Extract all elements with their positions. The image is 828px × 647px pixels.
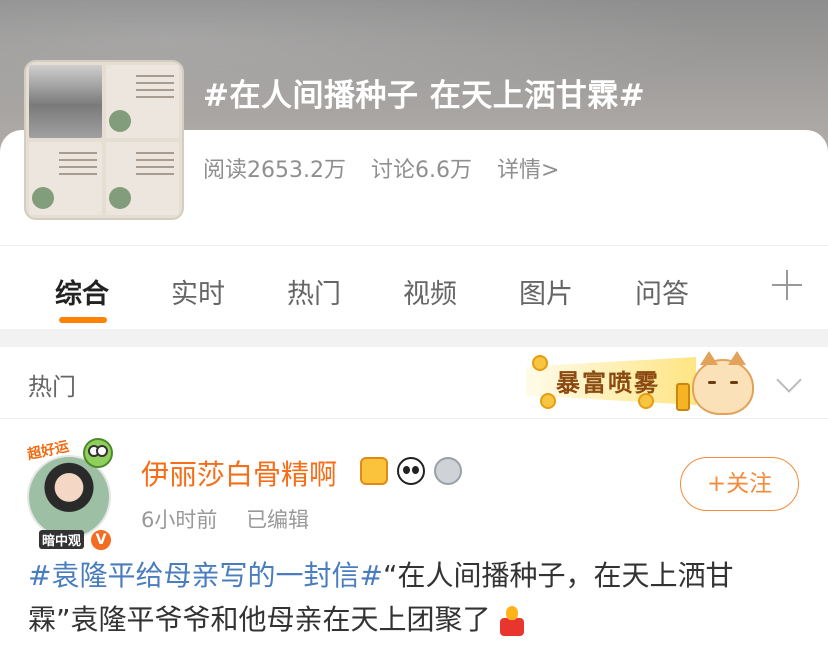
- medal-icon[interactable]: [434, 457, 463, 485]
- post-hashtag[interactable]: #袁隆平给母亲写的一封信#: [28, 559, 383, 592]
- avatar-group[interactable]: 超好运 暗中观 V: [26, 438, 113, 552]
- topic-cover-image[interactable]: [24, 60, 184, 220]
- cat-mascot-icon: [692, 351, 754, 415]
- post-text: #袁隆平给母亲写的一封信#“在人间播种子，在天上洒甘霖”袁隆平爷爷和他母亲在天上…: [28, 554, 800, 642]
- read-count: 阅读2653.2万: [203, 158, 346, 183]
- verified-icon: V: [89, 528, 113, 552]
- chevron-down-icon[interactable]: [776, 367, 802, 393]
- details-link[interactable]: 详情>: [497, 158, 559, 183]
- promo-banner[interactable]: 暴富喷雾: [526, 347, 776, 419]
- tab-qa[interactable]: 问答: [635, 272, 689, 311]
- tab-realtime[interactable]: 实时: [171, 272, 225, 311]
- post-card: 超好运 暗中观 V 伊丽莎白骨精啊 6小时前 已编辑 +关注 #袁隆平给母亲写的…: [0, 420, 828, 647]
- coin-icon: [540, 393, 556, 409]
- username[interactable]: 伊丽莎白骨精啊: [141, 453, 337, 493]
- spray-bottle-icon: [676, 383, 690, 411]
- user-badges: [360, 457, 466, 487]
- frog-icon: [83, 438, 113, 468]
- cover-text-card: [106, 142, 179, 215]
- add-tab-icon[interactable]: [772, 270, 802, 300]
- tab-overall[interactable]: 综合: [55, 272, 109, 311]
- cover-photo: [29, 65, 102, 138]
- coin-icon: [532, 355, 548, 371]
- tab-bar: 综合 实时 热门 视频 图片 问答: [0, 245, 828, 329]
- tab-images[interactable]: 图片: [519, 272, 573, 311]
- tab-video[interactable]: 视频: [403, 272, 457, 311]
- topic-stats: 阅读2653.2万 讨论6.6万 详情>: [203, 152, 577, 184]
- post-meta: 6小时前 已编辑: [141, 504, 331, 534]
- topic-header: #在人间播种子 在天上洒甘霖# 阅读2653.2万 讨论6.6万 详情>: [0, 0, 828, 245]
- candle-icon: [499, 606, 525, 636]
- tab-hot[interactable]: 热门: [287, 272, 341, 311]
- follow-button[interactable]: +关注: [680, 457, 799, 511]
- post-time: 6小时前: [141, 508, 218, 532]
- section-title: 热门: [28, 373, 76, 401]
- edited-label: 已编辑: [246, 508, 310, 532]
- discuss-count: 讨论6.6万: [370, 158, 472, 183]
- cover-text-card: [29, 142, 102, 215]
- panda-icon[interactable]: [397, 457, 426, 485]
- avatar-tag: 暗中观: [39, 530, 85, 549]
- section-divider: [0, 329, 828, 347]
- promo-text: 暴富喷雾: [556, 368, 660, 397]
- cover-text-card: [106, 65, 179, 138]
- topic-title: #在人间播种子 在天上洒甘霖#: [203, 78, 646, 114]
- crown-icon[interactable]: [360, 457, 388, 485]
- section-header: 热门 暴富喷雾: [0, 347, 828, 419]
- active-tab-indicator: [59, 317, 107, 323]
